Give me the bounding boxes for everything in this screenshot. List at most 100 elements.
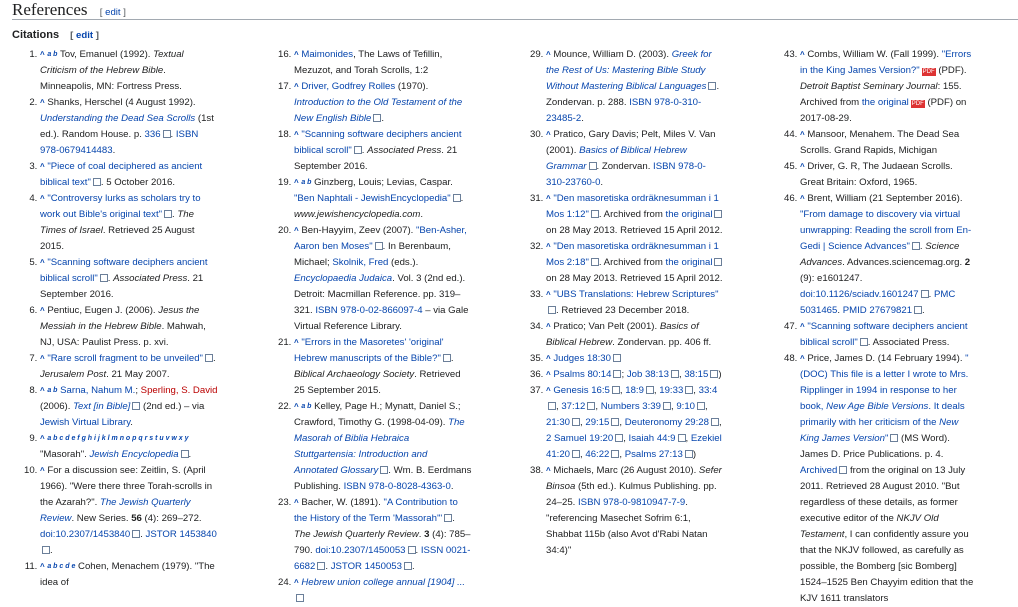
edit-citations-link[interactable]: edit [76, 30, 93, 41]
backref-letters[interactable]: a b c d e [47, 563, 75, 570]
citation-link[interactable]: Sarna, Nahum M. [60, 385, 135, 396]
backref-caret-icon[interactable]: ^ [294, 338, 299, 347]
citation-link[interactable]: ISBN 978-0-8028-4363-0 [344, 481, 451, 492]
backref-caret-icon[interactable]: ^ [40, 258, 45, 267]
backref-caret-icon[interactable]: ^ [294, 130, 299, 139]
backref-caret-icon[interactable]: ^ [40, 386, 45, 395]
backref-caret-icon[interactable]: ^ [40, 434, 45, 443]
citation-link[interactable]: 21:30 [546, 417, 570, 428]
citation-link[interactable]: 18:9 [625, 385, 644, 396]
citation-link[interactable]: Jewish Virtual Library [40, 417, 130, 428]
citation-link[interactable]: 33:4 [699, 385, 718, 396]
backref-caret-icon[interactable]: ^ [40, 354, 45, 363]
citation-link[interactable]: Psalms 27:13 [625, 449, 683, 460]
backref-caret-icon[interactable]: ^ [800, 162, 805, 171]
citation-link[interactable]: Genesis 16:5 [553, 385, 610, 396]
citation-link[interactable]: JSTOR 1453840 [146, 529, 217, 540]
citation-link[interactable]: 38:15 [684, 369, 708, 380]
citation-link[interactable]: Maimonides [301, 49, 353, 60]
citation-link[interactable]: PMID 27679821 [843, 305, 912, 316]
citation-link[interactable]: The Jewish Quarterly Review [40, 497, 191, 524]
citation-link[interactable]: "Ben Naphtali - JewishEncyclopedia" [294, 193, 451, 204]
citation-link[interactable]: 2 Samuel 19:20 [546, 433, 613, 444]
backref-caret-icon[interactable]: ^ [40, 194, 45, 203]
backref-caret-icon[interactable]: ^ [40, 466, 45, 475]
backref-caret-icon[interactable]: ^ [40, 306, 45, 315]
backref-caret-icon[interactable]: ^ [546, 322, 551, 331]
citation-link[interactable]: Deuteronomy 29:28 [625, 417, 709, 428]
backref-caret-icon[interactable]: ^ [546, 370, 551, 379]
backref-letters[interactable]: a b [301, 179, 311, 186]
backref-caret-icon[interactable]: ^ [546, 354, 551, 363]
backref-caret-icon[interactable]: ^ [294, 402, 299, 411]
citation-link[interactable]: JSTOR 1450053 [331, 561, 402, 572]
citation-link[interactable]: ISBN 978-0-02-866097-4 [315, 305, 422, 316]
citation-link[interactable]: "Errors in the King James Version?" [800, 49, 971, 76]
backref-caret-icon[interactable]: ^ [800, 130, 805, 139]
citation-link[interactable]: Job 38:13 [627, 369, 669, 380]
citation-link[interactable]: Numbers 3:39 [601, 401, 661, 412]
backref-caret-icon[interactable]: ^ [40, 562, 45, 571]
backref-caret-icon[interactable]: ^ [294, 178, 299, 187]
citation-link[interactable]: 19:33 [659, 385, 683, 396]
citation-link[interactable]: Skolnik, Fred [332, 257, 388, 268]
citation-link[interactable]: Archived [800, 465, 837, 476]
backref-letters[interactable]: a b [301, 403, 311, 410]
citation-link[interactable]: doi:10.1126/sciadv.1601247 [800, 289, 919, 300]
citation-link[interactable]: Psalms 80:14 [553, 369, 611, 380]
citation-link[interactable]: "Errors in the Masoretes' 'original' Heb… [294, 337, 444, 364]
citation-link[interactable]: 29:15 [585, 417, 609, 428]
backref-letters[interactable]: a b c d e f g h i j k l m n o p q r s t … [47, 435, 188, 442]
backref-caret-icon[interactable]: ^ [800, 50, 805, 59]
backref-letters[interactable]: a b [47, 51, 57, 58]
citation-link[interactable]: Isaiah 44:9 [629, 433, 676, 444]
citation-link[interactable]: doi:10.2307/1453840 [40, 529, 130, 540]
citation-link[interactable]: the original [862, 97, 909, 108]
backref-caret-icon[interactable]: ^ [294, 498, 299, 507]
backref-caret-icon[interactable]: ^ [40, 162, 45, 171]
citation-link[interactable]: "A Contribution to the History of the Te… [294, 497, 458, 524]
citation-link[interactable]: ISBN 978-0679414483 [40, 129, 198, 156]
citation-link[interactable]: ISBN 978-0-9810947-7-9 [578, 497, 685, 508]
citation-link[interactable]: doi:10.2307/1450053 [315, 545, 405, 556]
citation-link[interactable]: Text [in Bible] [73, 401, 130, 412]
backref-caret-icon[interactable]: ^ [546, 466, 551, 475]
citation-link[interactable]: "Scanning software deciphers ancient bib… [800, 321, 968, 348]
backref-caret-icon[interactable]: ^ [800, 322, 805, 331]
backref-caret-icon[interactable]: ^ [40, 98, 45, 107]
citation-link[interactable]: ISBN 978-0-310-23485-2 [546, 97, 701, 124]
citation-link[interactable]: Judges 18:30 [553, 353, 611, 364]
citation-link[interactable]: 46:22 [585, 449, 609, 460]
citation-link[interactable]: the original [666, 209, 713, 220]
citation-link[interactable]: the original [666, 257, 713, 268]
citation-link[interactable]: Greek for the Rest of Us: Mastering Bibl… [546, 49, 712, 92]
citation-link[interactable]: 9:10 [676, 401, 695, 412]
citation-link[interactable]: Encyclopaedia Judaica [294, 273, 392, 284]
backref-caret-icon[interactable]: ^ [294, 226, 299, 235]
citation-link[interactable]: Hebrew union college annual [1904] ... [301, 577, 465, 588]
citation-link[interactable]: Understanding the Dead Sea Scrolls [40, 113, 195, 124]
citation-item: ^ Hebrew union college annual [1904] ... [294, 575, 473, 607]
edit-link[interactable]: edit [105, 7, 120, 18]
backref-caret-icon[interactable]: ^ [546, 290, 551, 299]
backref-letters[interactable]: a b [47, 387, 57, 394]
backref-caret-icon[interactable]: ^ [546, 386, 551, 395]
backref-caret-icon[interactable]: ^ [546, 242, 551, 251]
citation-link[interactable]: 37:12 [561, 401, 585, 412]
citation-link[interactable]: Jewish Encyclopedia [89, 449, 178, 460]
backref-caret-icon[interactable]: ^ [800, 194, 805, 203]
backref-caret-icon[interactable]: ^ [546, 194, 551, 203]
backref-caret-icon[interactable]: ^ [800, 354, 805, 363]
citation-link[interactable]: Driver, Godfrey Rolles [301, 81, 395, 92]
backref-caret-icon[interactable]: ^ [294, 578, 299, 587]
backref-caret-icon[interactable]: ^ [40, 50, 45, 59]
citation-link[interactable]: "UBS Translations: Hebrew Scriptures" [553, 289, 718, 300]
backref-caret-icon[interactable]: ^ [546, 50, 551, 59]
citation-link[interactable]: 336 [145, 129, 161, 140]
backref-caret-icon[interactable]: ^ [546, 130, 551, 139]
backref-caret-icon[interactable]: ^ [294, 50, 299, 59]
citation-link[interactable]: "Rare scroll fragment to be unveiled" [47, 353, 203, 364]
backref-caret-icon[interactable]: ^ [294, 82, 299, 91]
citation-link[interactable]: "(DOC) This file is a letter I wrote to … [800, 353, 969, 444]
citation-link[interactable]: "Piece of coal deciphered as ancient bib… [40, 161, 202, 188]
